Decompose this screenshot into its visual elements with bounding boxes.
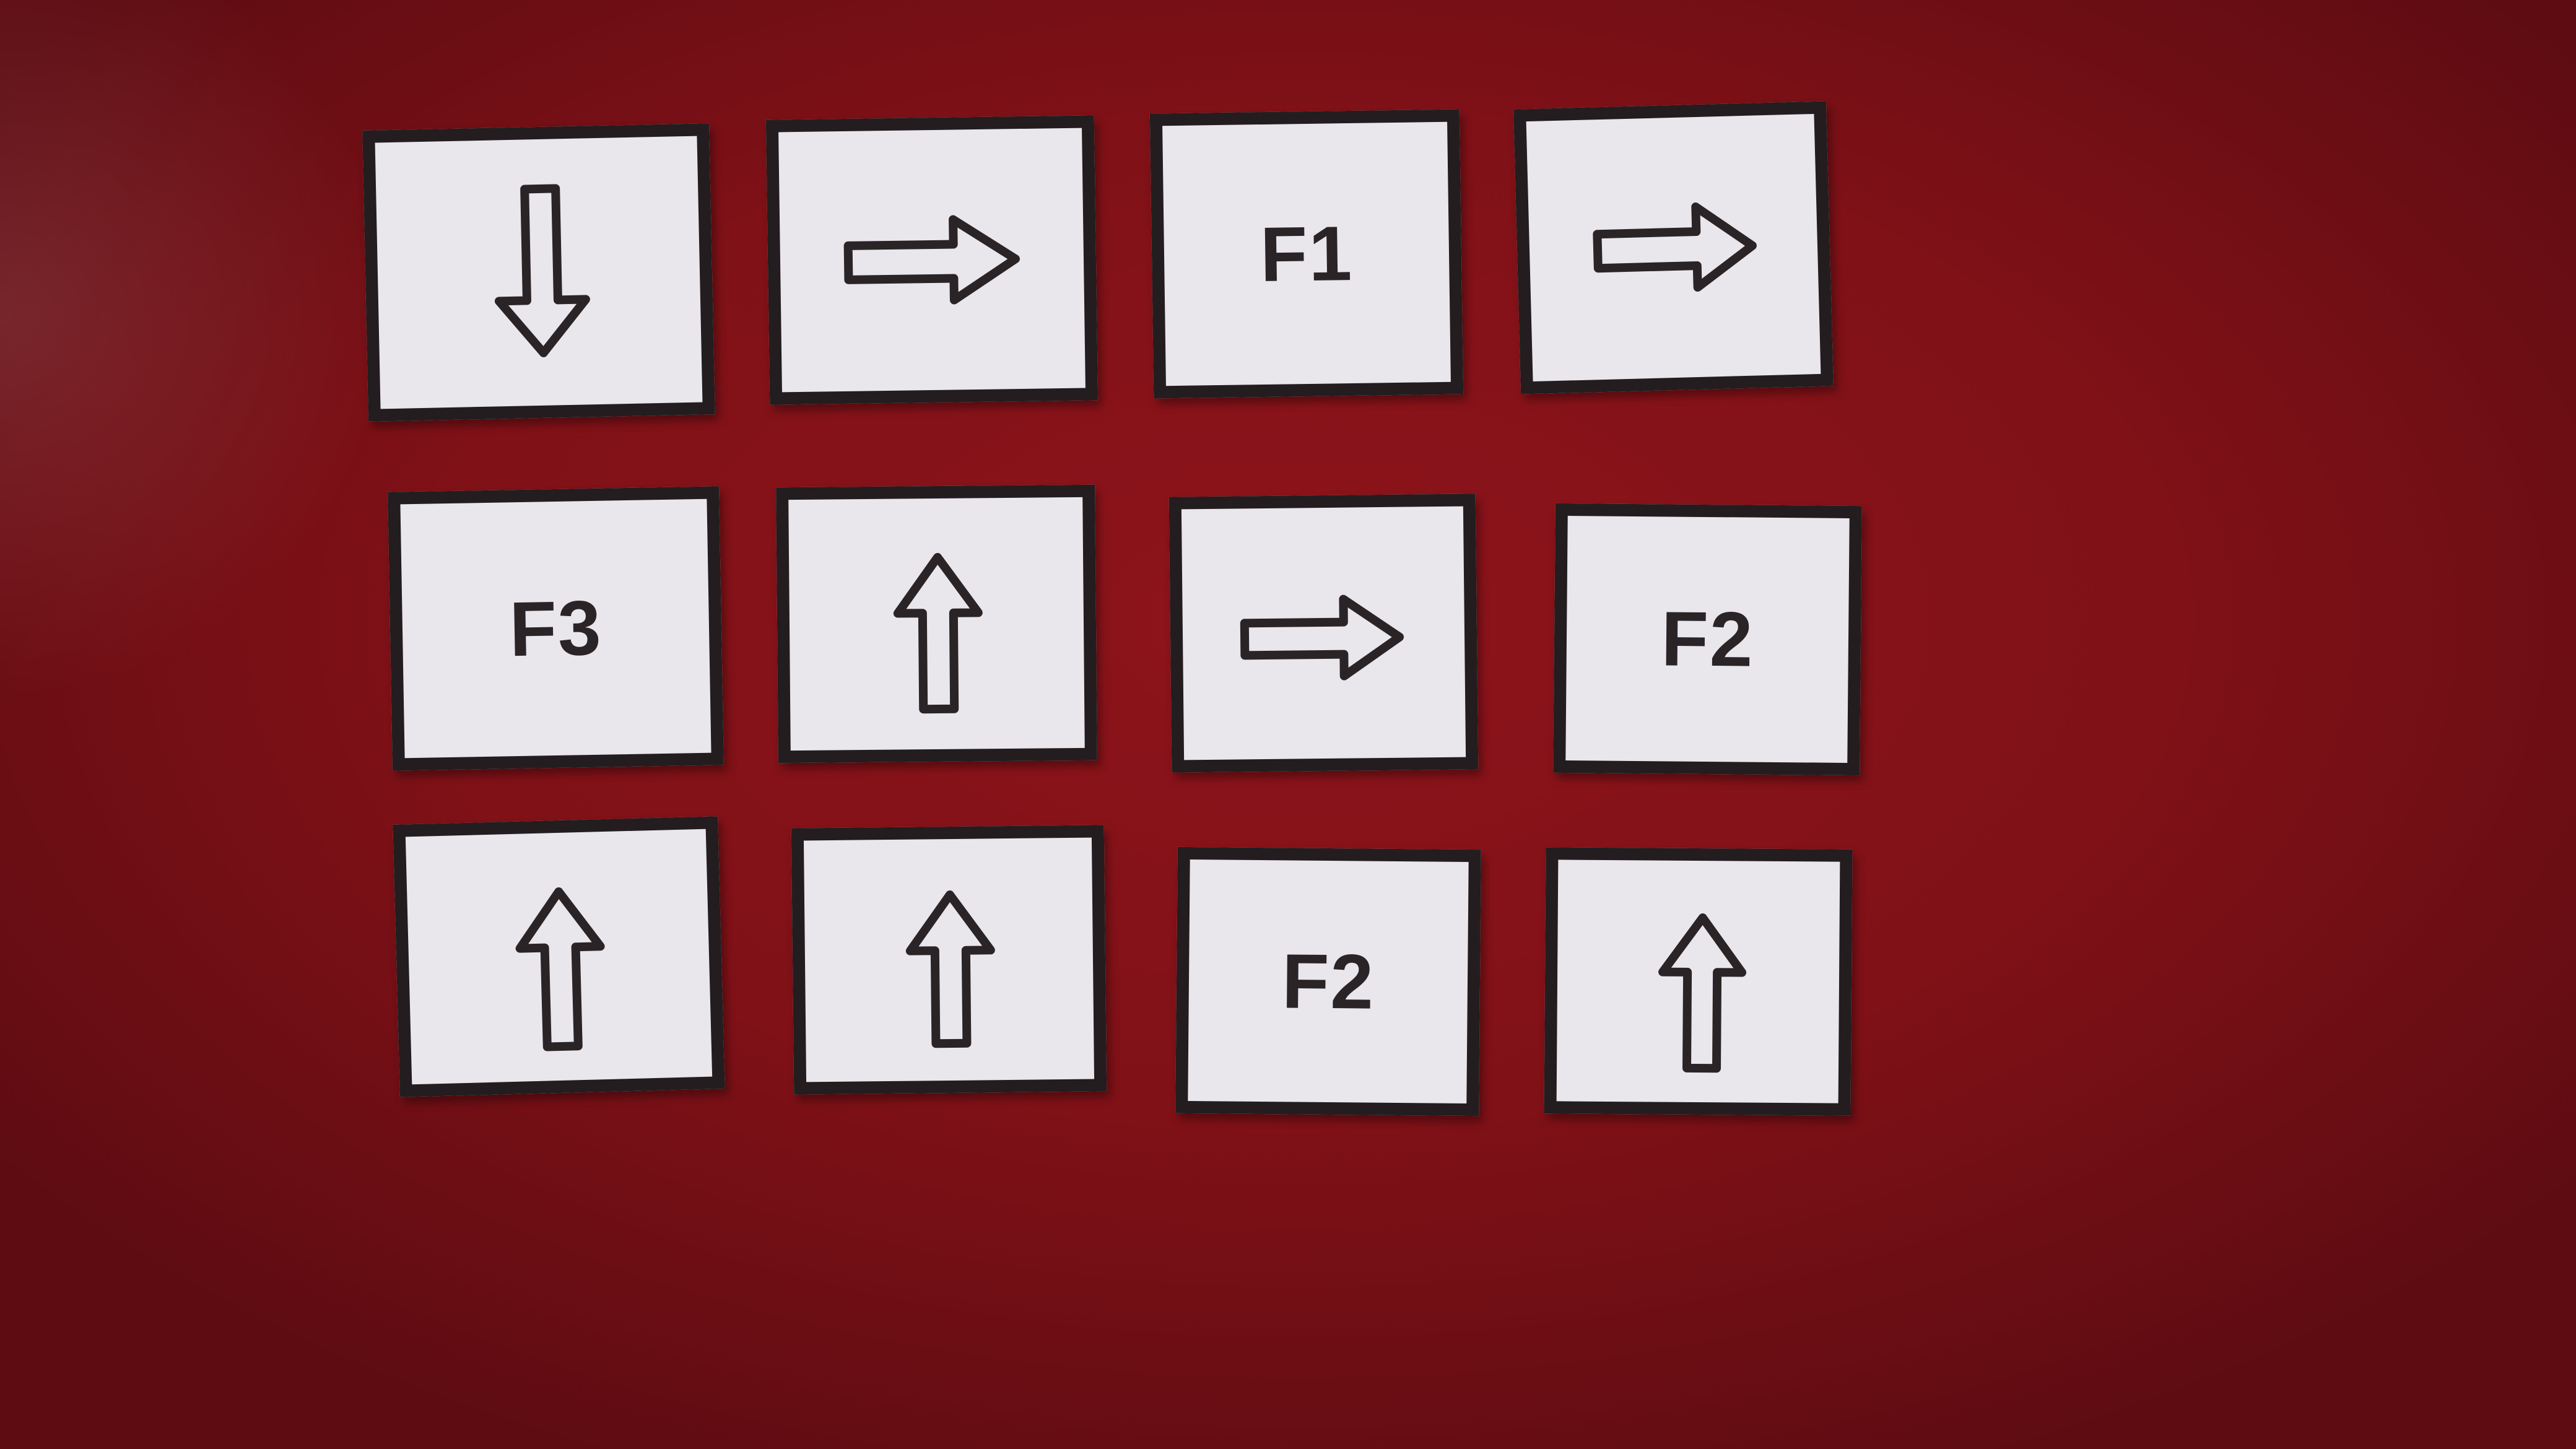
card-8-text[interactable]: F2: [1553, 503, 1862, 776]
card-5-text[interactable]: F3: [388, 486, 724, 771]
arrow-up-icon: [1658, 913, 1747, 1073]
arrow-right-icon: [1240, 594, 1404, 681]
arrow-down-icon: [494, 184, 590, 357]
arrow-right-icon: [843, 215, 1020, 305]
card-9-arrow-up[interactable]: [393, 816, 725, 1097]
arrow-up-icon: [893, 552, 983, 714]
card-label: F2: [1660, 596, 1755, 683]
card-11-text[interactable]: F2: [1175, 846, 1481, 1116]
card-2-arrow-right[interactable]: [765, 115, 1099, 405]
card-6-arrow-up[interactable]: [776, 484, 1097, 764]
card-7-arrow-right[interactable]: [1168, 494, 1479, 773]
card-12-arrow-up[interactable]: [1544, 847, 1853, 1116]
card-1-arrow-down[interactable]: [362, 123, 715, 422]
arrow-up-icon: [905, 890, 995, 1048]
arrow-right-icon: [1593, 202, 1757, 292]
card-3-text[interactable]: F1: [1149, 109, 1464, 399]
card-10-arrow-up[interactable]: [791, 825, 1107, 1095]
card-4-arrow-right[interactable]: [1513, 101, 1834, 394]
arrow-up-icon: [515, 887, 605, 1051]
card-label: F1: [1260, 210, 1354, 298]
card-label: F2: [1281, 938, 1375, 1025]
card-label: F3: [508, 585, 603, 672]
